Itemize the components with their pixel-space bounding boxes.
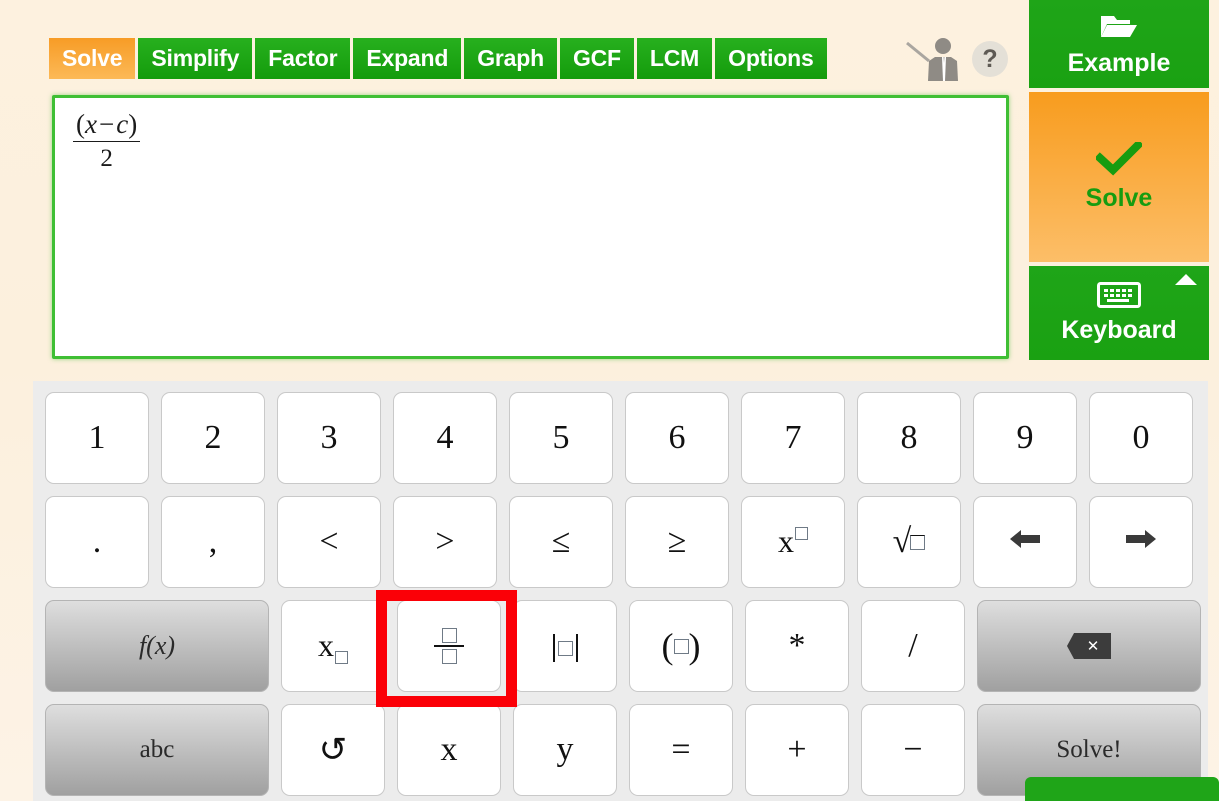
fraction-expression: (x−c) 2 [73,109,141,173]
key-7[interactable]: 7 [741,392,845,484]
placeholder-box-icon [910,534,926,550]
numerator-close-paren: ) [128,109,138,139]
on-screen-keypad: 1 2 3 4 5 6 7 8 9 0., < > ≤ ≥ x √ f(x) x () * / ✕ abc ↺ x y = + − Sol… [33,381,1208,801]
key-comma[interactable]: , [161,496,265,588]
placeholder-box-icon [335,650,348,664]
help-icon[interactable]: ? [972,41,1008,77]
key-glyph [434,628,464,664]
key-glyph: x [318,627,348,665]
keypad-row: 1234567890 [45,392,1196,484]
key-6[interactable]: 6 [625,392,729,484]
fraction-denominator: 2 [100,145,113,172]
key-abc[interactable]: abc [45,704,269,796]
key-label: f(x) [138,631,176,660]
key-greater-than[interactable]: > [393,496,497,588]
key-glyph: x [778,523,808,561]
key-undo[interactable]: ↺ [281,704,385,796]
arrow-left-icon [1008,527,1042,557]
teacher-pointer-icon[interactable] [905,35,965,83]
key-variable-x[interactable]: x [397,704,501,796]
expression-content: (x−c) 2 [73,109,141,173]
tab-simplify[interactable]: Simplify [138,38,253,79]
solve-button[interactable]: Solve [1029,92,1209,262]
key-less-than[interactable]: < [277,496,381,588]
key-plus[interactable]: + [745,704,849,796]
keypad-row: abc ↺ x y = + − Solve! [45,704,1201,796]
example-button-label: Example [1067,48,1171,77]
key-2[interactable]: 2 [161,392,265,484]
keyboard-toggle-button[interactable]: Keyboard [1029,266,1209,360]
numerator-open-paren: ( [76,109,85,139]
key-5[interactable]: 5 [509,392,613,484]
placeholder-box-icon [673,638,689,654]
fraction-bar [434,645,464,647]
bottom-green-panel[interactable] [1025,777,1219,801]
pipe-icon [575,634,578,663]
key-4[interactable]: 4 [393,392,497,484]
placeholder-box-icon [795,526,808,540]
key-glyph: √ [893,525,926,559]
key-greater-than-or-equal[interactable]: ≥ [625,496,729,588]
placeholder-box-icon [557,640,573,656]
pipe-icon [552,634,555,663]
keyboard-icon [1097,281,1141,313]
keyboard-button-label: Keyboard [1061,315,1177,344]
check-mark-icon [1094,138,1144,181]
placeholder-box-icon [441,648,457,664]
key-equals[interactable]: = [629,704,733,796]
numerator-operator: − [98,109,115,139]
arrow-right-icon [1124,527,1158,557]
key-multiply[interactable]: * [745,600,849,692]
folder-open-icon [1099,11,1139,46]
tab-solve[interactable]: Solve [49,38,136,79]
key-backspace[interactable]: ✕ [977,600,1201,692]
tab-lcm[interactable]: LCM [636,38,713,79]
key-arrow-right[interactable] [1089,496,1193,588]
key-subscript[interactable]: x [281,600,385,692]
key-1[interactable]: 1 [45,392,149,484]
tab-expand[interactable]: Expand [353,38,462,79]
example-button[interactable]: Example [1029,0,1209,88]
tab-factor[interactable]: Factor [255,38,351,79]
key-decimal-point[interactable]: . [45,496,149,588]
key-9[interactable]: 9 [973,392,1077,484]
fraction-numerator: (x−c) [73,109,141,142]
operation-tabs: Solve Simplify Factor Expand Graph GCF LCM Opti… [49,38,827,79]
key-power[interactable]: x [741,496,845,588]
key-0[interactable]: 0 [1089,392,1193,484]
key-square-root[interactable]: √ [857,496,961,588]
expression-input[interactable]: (x−c) 2 [52,95,1009,359]
key-glyph [550,627,581,665]
key-absolute-value[interactable] [513,600,617,692]
numerator-variable-c: c [116,109,129,139]
placeholder-box-icon [441,628,457,644]
caret-up-icon [1175,274,1197,285]
key-divide[interactable]: / [861,600,965,692]
keypad-row: f(x) x () * / ✕ [45,600,1201,692]
key-8[interactable]: 8 [857,392,961,484]
key-less-than-or-equal[interactable]: ≤ [509,496,613,588]
key-glyph: () [661,626,701,666]
key-minus[interactable]: − [861,704,965,796]
key-parentheses[interactable]: () [629,600,733,692]
key-fraction[interactable] [397,600,501,692]
key-3[interactable]: 3 [277,392,381,484]
key-functions[interactable]: f(x) [45,600,269,692]
backspace-icon: ✕ [1067,633,1111,659]
calculator-app: Solve Simplify Factor Expand Graph GCF LCM Opti… [0,0,1219,801]
key-arrow-left[interactable] [973,496,1077,588]
key-variable-y[interactable]: y [513,704,617,796]
tab-options[interactable]: Options [715,38,827,79]
solve-button-label: Solve [1085,183,1153,212]
keypad-row: ., < > ≤ ≥ x √ [45,496,1196,588]
numerator-variable-x: x [85,109,97,139]
tab-gcf[interactable]: GCF [559,38,634,79]
tab-graph[interactable]: Graph [464,38,557,79]
top-toolbar: Solve Simplify Factor Expand Graph GCF LCM Opti… [0,0,1020,92]
